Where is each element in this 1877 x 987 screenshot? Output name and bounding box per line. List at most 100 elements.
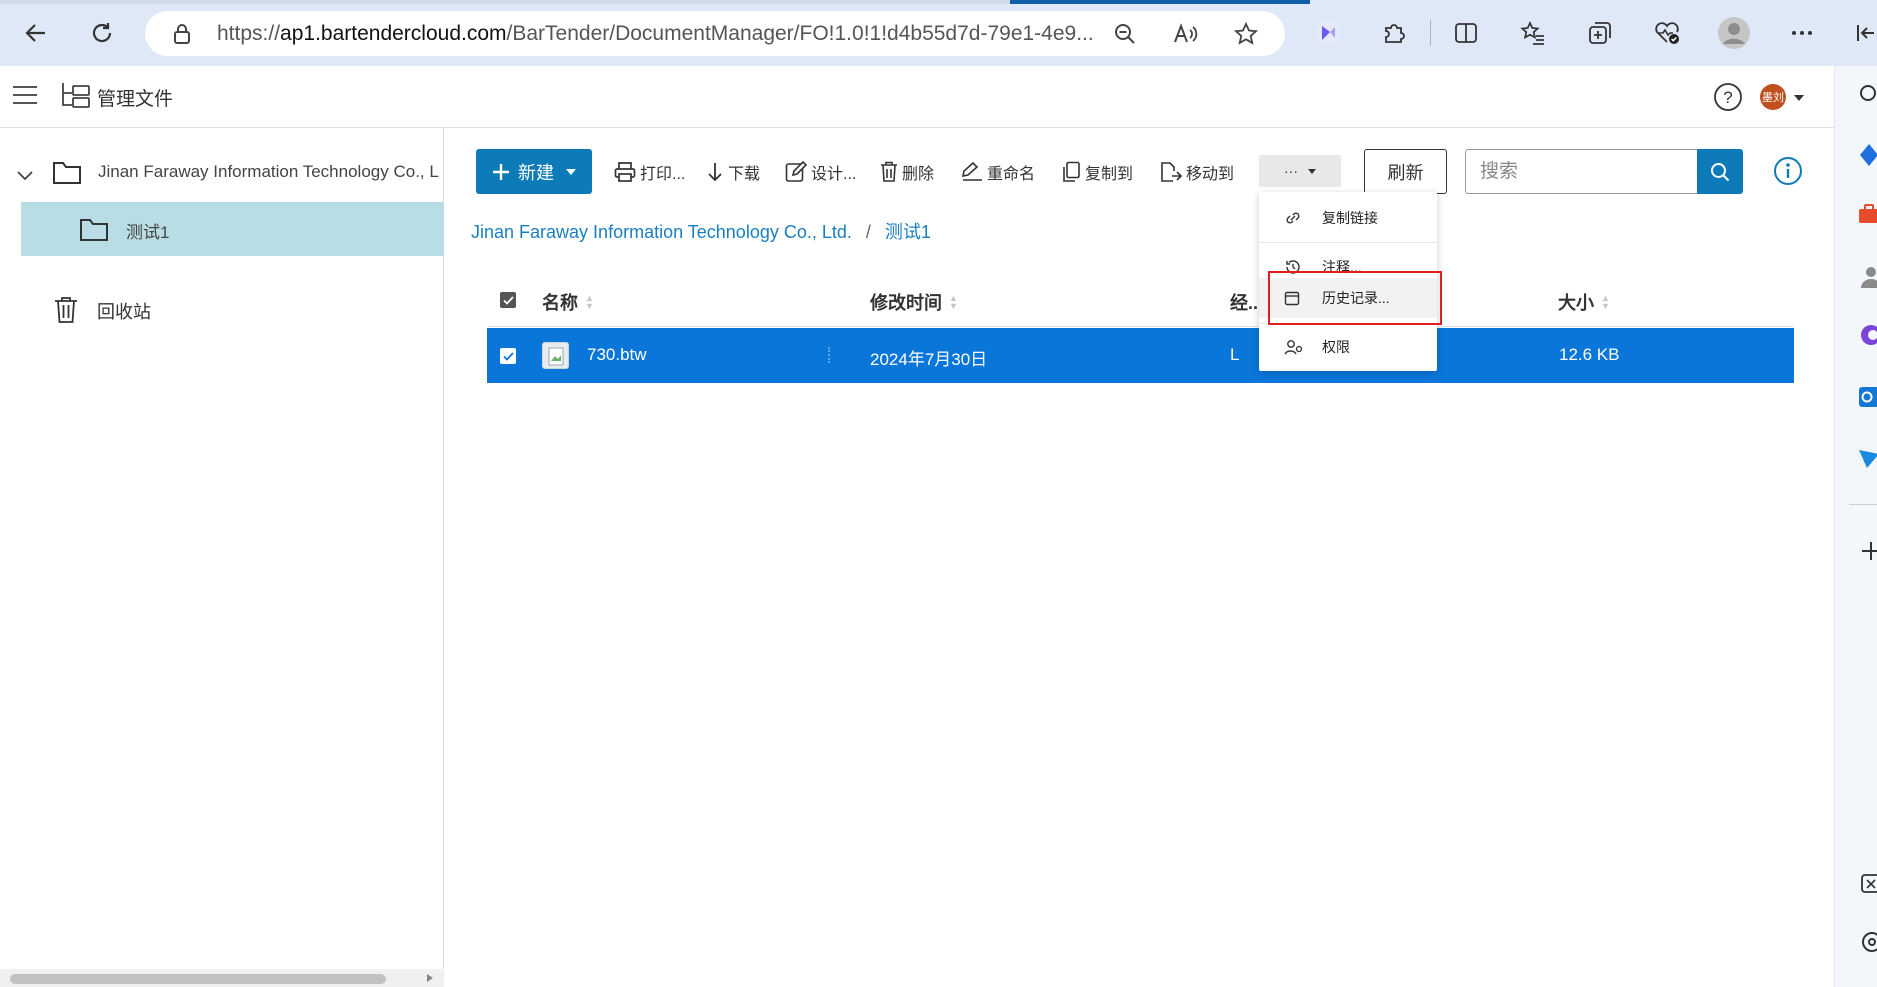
rename-icon [961,161,982,181]
tree-item-label: 测试1 [126,223,170,242]
menu-item-copy-link[interactable]: 复制链接 [1259,198,1437,238]
collections-button[interactable] [1578,11,1622,55]
trash-icon [55,297,77,323]
folder-tree-panel: Jinan Faraway Information Technology Co.… [0,128,444,987]
favorite-star-icon[interactable] [1233,21,1259,47]
back-button[interactable] [14,11,58,55]
extensions-button[interactable] [1372,11,1416,55]
table-header: 名称 ▲ ▼ 修改时间 ▲ ▼ 经.. 大小 ▲ ▼ [487,275,1794,327]
print-button[interactable]: 打印... [614,157,685,187]
browser-essentials-button[interactable] [1645,11,1689,55]
extension-app-button[interactable] [1306,11,1350,55]
download-button[interactable]: 下载 [706,157,760,187]
breadcrumb-root-link[interactable]: Jinan Faraway Information Technology Co.… [471,222,852,242]
sort-icon: ▲ ▼ [585,293,594,311]
more-actions-button[interactable]: ··· [1259,155,1341,187]
column-modified-label: 修改时间 [870,293,942,313]
printer-icon [614,162,636,182]
copy-to-button[interactable]: 复制到 [1061,157,1133,187]
more-label: ··· [1284,163,1298,179]
toolbox-icon[interactable] [1859,204,1877,226]
new-button[interactable]: 新建 [476,149,592,194]
scroll-right-arrow-icon[interactable] [426,973,434,983]
user-avatar[interactable]: 墨刘 [1760,84,1786,110]
collections-icon [1589,22,1611,44]
url-prefix: https:// [217,22,281,45]
read-aloud-icon[interactable] [1172,22,1198,46]
search-button[interactable] [1697,149,1743,194]
capture-icon[interactable] [1859,872,1877,894]
tree-item-test1[interactable]: 测试1 [21,202,444,256]
toolbar-divider [1430,20,1431,46]
favorites-list-icon [1520,20,1544,45]
lock-icon [174,24,190,44]
rename-button[interactable]: 重命名 [961,157,1035,187]
page-title: 管理文件 [97,89,174,110]
search-input[interactable] [1465,149,1697,194]
menu-item-permissions[interactable]: 权限 [1259,327,1437,367]
favorites-button[interactable] [1511,11,1555,55]
column-header-size[interactable]: 大小 ▲ ▼ [1558,289,1610,315]
profile-button[interactable] [1712,11,1756,55]
add-icon[interactable] [1859,540,1877,560]
menu-item-label: 复制链接 [1322,210,1378,226]
column-name-label: 名称 [542,293,578,313]
column-header-modified[interactable]: 修改时间 ▲ ▼ [870,289,958,315]
copy-icon [1063,161,1080,182]
search-icon[interactable] [1859,84,1877,104]
browser-toolbar: https://ap1.bartendercloud.com/BarTender… [0,0,1877,66]
column-header-name[interactable]: 名称 ▲ ▼ [542,289,594,315]
file-owner: L [1230,345,1240,364]
move-to-label: 移动到 [1186,166,1235,183]
settings-gear-icon[interactable] [1859,930,1877,954]
info-icon[interactable] [1773,156,1803,186]
chevron-down-icon[interactable] [16,170,34,182]
print-label: 打印... [640,166,686,183]
scrollbar-thumb[interactable] [10,974,386,984]
sidebar-toggle-icon[interactable] [1856,22,1877,44]
tree-root-label[interactable]: Jinan Faraway Information Technology Co.… [98,162,443,182]
help-icon[interactable]: ? [1713,82,1743,112]
reload-button[interactable] [80,11,124,55]
breadcrumb-current[interactable]: 测试1 [885,222,931,242]
refresh-label: 刷新 [1387,162,1424,183]
puzzle-icon [1385,24,1405,43]
send-icon[interactable] [1859,444,1877,470]
delete-button[interactable]: 删除 [880,157,934,187]
browser-menu-button[interactable] [1780,11,1824,55]
outlook-icon[interactable] [1859,384,1877,410]
svg-text:?: ? [1723,88,1732,107]
copilot-diamond-icon[interactable] [1859,142,1877,168]
people-icon[interactable] [1859,264,1877,290]
split-screen-button[interactable] [1444,11,1488,55]
sort-icon: ▲ ▼ [1601,293,1610,311]
table-row[interactable]: 730.btw 2024年7月30日 L 12.6 KB [487,328,1794,383]
move-file-icon [1161,162,1182,182]
url-host: ap1.bartendercloud.com [280,22,507,45]
select-all-checkbox[interactable] [500,292,516,308]
new-button-label: 新建 [518,162,554,183]
refresh-button[interactable]: 刷新 [1364,149,1447,194]
horizontal-scrollbar[interactable] [0,969,444,987]
design-button[interactable]: 设计... [785,157,856,187]
hamburger-menu-icon[interactable] [12,84,38,106]
row-drag-handle [828,347,830,363]
copilot-icon[interactable] [1859,322,1877,348]
zoom-out-icon[interactable] [1113,22,1137,46]
file-name[interactable]: 730.btw [587,345,647,365]
file-size: 12.6 KB [1559,345,1620,364]
recycle-bin-item[interactable]: 回收站 [54,294,334,328]
column-header-owner[interactable]: 经.. [1230,289,1258,315]
caret-down-icon[interactable] [1793,94,1805,102]
row-checkbox[interactable] [500,348,516,364]
edit-pencil-icon [785,161,807,182]
address-bar[interactable]: https://ap1.bartendercloud.com/BarTender… [145,11,1285,56]
tab-accent-line [1010,0,1310,4]
move-to-button[interactable]: 移动到 [1160,157,1234,187]
rename-label: 重命名 [987,166,1036,183]
menu-divider [1259,242,1437,243]
url-text[interactable]: https://ap1.bartendercloud.com/BarTender… [217,22,1094,46]
user-avatar-text: 墨刘 [1762,92,1784,104]
side-panel-divider [1849,504,1877,505]
link-icon [1286,212,1300,224]
